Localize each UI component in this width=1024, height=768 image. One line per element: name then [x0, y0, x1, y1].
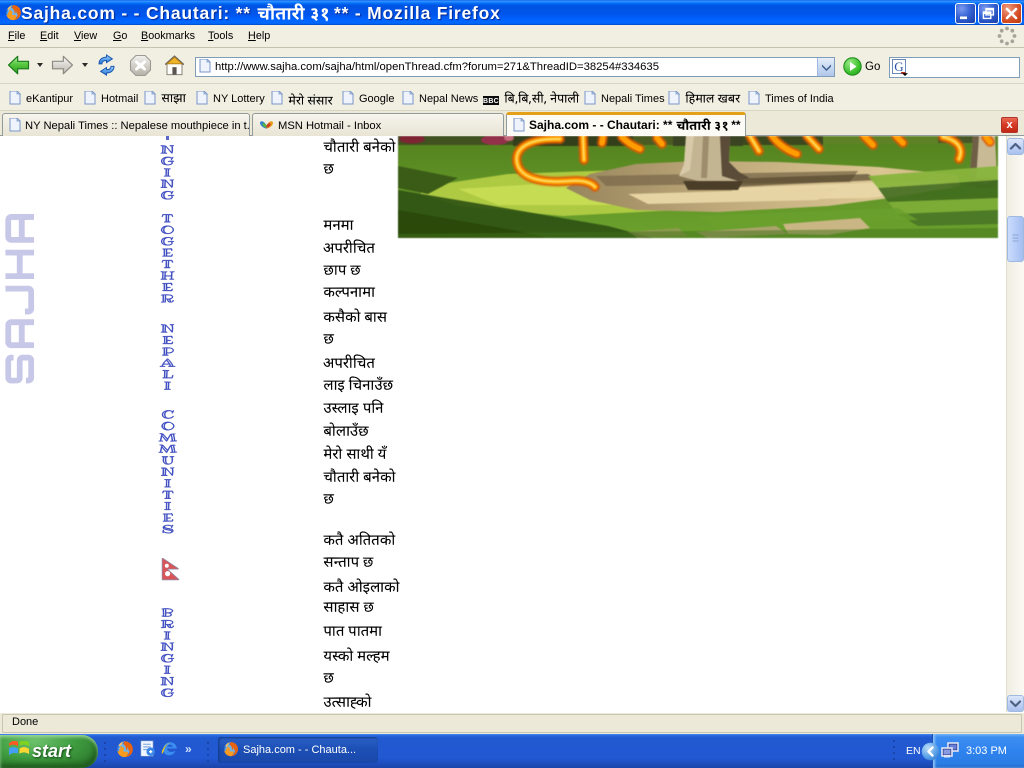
svg-text:G: G — [894, 59, 903, 74]
svg-text:BBC: BBC — [483, 98, 499, 105]
